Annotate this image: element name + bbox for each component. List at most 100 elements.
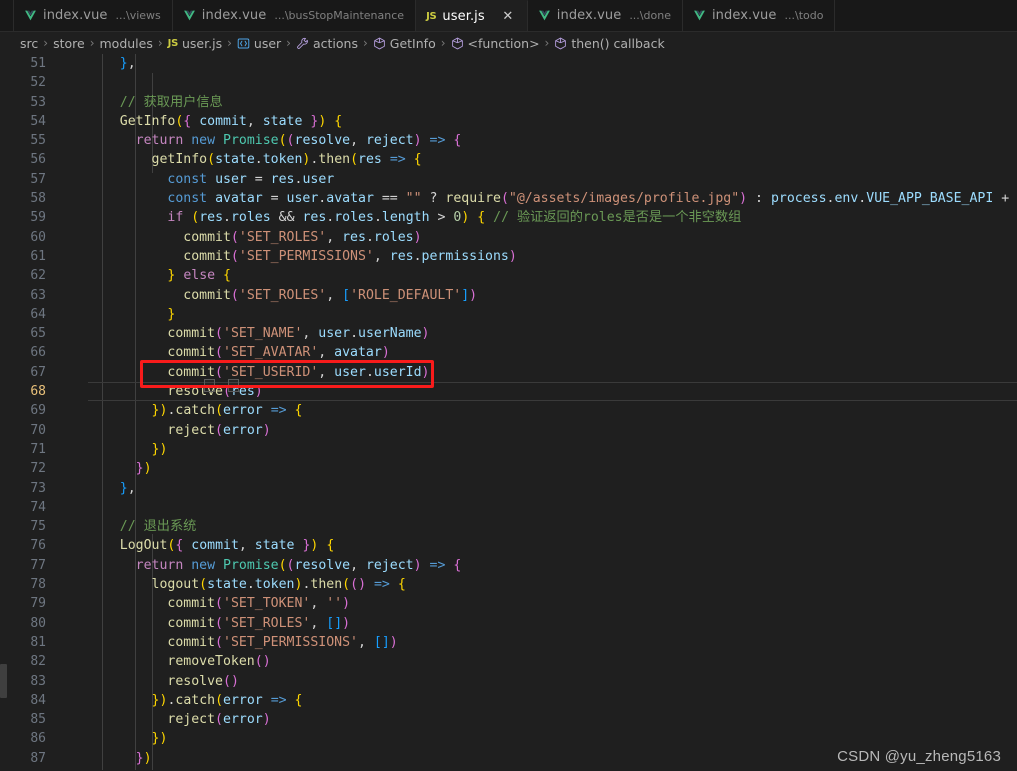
code-line-content[interactable]: } else { bbox=[88, 266, 1017, 285]
code-token: && bbox=[270, 210, 303, 226]
code-line-content[interactable]: commit('SET_ROLES', res.roles) bbox=[88, 228, 1017, 247]
code-line[interactable]: 72 }) bbox=[0, 459, 1017, 478]
code-line[interactable]: 52 bbox=[0, 73, 1017, 92]
line-number: 59 bbox=[30, 210, 46, 226]
code-line[interactable]: 58 const avatar = user.avatar == "" ? re… bbox=[0, 189, 1017, 208]
editor-scroll-area[interactable]: 51 }, 52 53 // 获取用户信息 54 GetInfo({ commit, … bbox=[0, 54, 1017, 771]
editor-tab-user-js-2[interactable]: JS user.js ✕ bbox=[416, 0, 528, 31]
code-line[interactable]: 64 } bbox=[0, 305, 1017, 324]
code-line-content[interactable]: commit('SET_AVATAR', avatar) bbox=[88, 343, 1017, 362]
code-lines[interactable]: 51 }, 52 53 // 获取用户信息 54 GetInfo({ commit, … bbox=[0, 54, 1017, 771]
breadcrumb-item-modules[interactable]: modules bbox=[100, 36, 153, 51]
tab-close-icon[interactable]: ✕ bbox=[500, 8, 516, 24]
code-line[interactable]: 69 }).catch(error => { bbox=[0, 401, 1017, 420]
code-line-content[interactable]: GetInfo({ commit, state }) { bbox=[88, 112, 1017, 131]
code-line[interactable]: 60 commit('SET_ROLES', res.roles) bbox=[0, 228, 1017, 247]
code-line-content[interactable]: // 获取用户信息 bbox=[88, 93, 1017, 112]
code-line[interactable]: 75 // 退出系统 bbox=[0, 517, 1017, 536]
code-line-content[interactable]: commit('SET_NAME', user.userName) bbox=[88, 324, 1017, 343]
code-line[interactable]: 56 getInfo(state.token).then(res => { bbox=[0, 150, 1017, 169]
breadcrumb-item-src[interactable]: src bbox=[20, 36, 38, 51]
code-editor[interactable]: 51 }, 52 53 // 获取用户信息 54 GetInfo({ commit, … bbox=[0, 54, 1017, 771]
code-line-content[interactable]: getInfo(state.token).then(res => { bbox=[88, 150, 1017, 169]
code-line-content[interactable]: return new Promise((resolve, reject) => … bbox=[88, 131, 1017, 150]
code-token: ( bbox=[215, 596, 223, 612]
code-token: ) bbox=[421, 364, 430, 380]
code-line-content[interactable]: commit('SET_USERID', user.userId) bbox=[88, 363, 1017, 382]
breadcrumb-item-store[interactable]: store bbox=[53, 36, 85, 51]
code-line-content[interactable]: return new Promise((resolve, reject) => … bbox=[88, 556, 1017, 575]
code-line-content[interactable]: } bbox=[88, 305, 1017, 324]
code-line[interactable]: 71 }) bbox=[0, 440, 1017, 459]
breadcrumb-item-actions[interactable]: actions bbox=[296, 36, 358, 51]
code-line-content[interactable]: removeToken() bbox=[88, 652, 1017, 671]
code-line-content[interactable]: commit('SET_PERMISSIONS', res.permission… bbox=[88, 247, 1017, 266]
breadcrumb-item-then-callback[interactable]: then() callback bbox=[554, 36, 665, 51]
code-line[interactable]: 63 commit('SET_ROLES', ['ROLE_DEFAULT']) bbox=[0, 286, 1017, 305]
code-line[interactable]: 57 const user = res.user bbox=[0, 170, 1017, 189]
code-line[interactable]: 78 logout(state.token).then(() => { bbox=[0, 575, 1017, 594]
code-line[interactable]: 61 commit('SET_PERMISSIONS', res.permiss… bbox=[0, 247, 1017, 266]
code-line[interactable]: 79 commit('SET_TOKEN', '') bbox=[0, 594, 1017, 613]
code-line-content[interactable]: }) bbox=[88, 440, 1017, 459]
code-line[interactable]: 62 } else { bbox=[0, 266, 1017, 285]
vertical-scrollbar-thumb[interactable] bbox=[0, 664, 7, 698]
code-line[interactable]: 74 bbox=[0, 498, 1017, 517]
code-line[interactable]: 54 GetInfo({ commit, state }) { bbox=[0, 112, 1017, 131]
code-line-content[interactable]: commit('SET_ROLES', []) bbox=[88, 614, 1017, 633]
code-line-content[interactable]: logout(state.token).then(() => { bbox=[88, 575, 1017, 594]
code-token: res bbox=[199, 210, 224, 226]
code-token: error bbox=[223, 692, 263, 708]
code-line[interactable]: 81 commit('SET_PERMISSIONS', []) bbox=[0, 633, 1017, 652]
code-line-content[interactable]: if (res.roles && res.roles.length > 0) {… bbox=[88, 208, 1017, 227]
code-line-content[interactable]: // 退出系统 bbox=[88, 517, 1017, 536]
code-line[interactable]: 66 commit('SET_AVATAR', avatar) bbox=[0, 343, 1017, 362]
code-line[interactable]: 73 }, bbox=[0, 479, 1017, 498]
code-line-content[interactable]: }) bbox=[88, 729, 1017, 748]
code-line-content[interactable]: LogOut({ commit, state }) { bbox=[88, 536, 1017, 555]
code-line[interactable]: 65 commit('SET_NAME', user.userName) bbox=[0, 324, 1017, 343]
editor-tab-index-vue-1[interactable]: index.vue ...\busStopMaintenance bbox=[172, 0, 417, 31]
code-line[interactable]: 59 if (res.roles && res.roles.length > 0… bbox=[0, 208, 1017, 227]
code-line[interactable]: 83 resolve() bbox=[0, 672, 1017, 691]
code-line[interactable]: 76 LogOut({ commit, state }) { bbox=[0, 536, 1017, 555]
code-line[interactable]: 70 reject(error) bbox=[0, 421, 1017, 440]
code-line-content[interactable]: reject(error) bbox=[88, 421, 1017, 440]
code-line[interactable]: 86 }) bbox=[0, 729, 1017, 748]
code-line[interactable]: 68 resolve(res) bbox=[0, 382, 1017, 401]
breadcrumb-label: user.js bbox=[182, 35, 223, 51]
code-line[interactable]: 82 removeToken() bbox=[0, 652, 1017, 671]
code-line-content[interactable]: commit('SET_PERMISSIONS', []) bbox=[88, 633, 1017, 652]
code-line-content[interactable]: }).catch(error => { bbox=[88, 691, 1017, 710]
code-line-content[interactable]: resolve(res) bbox=[88, 382, 1017, 401]
code-line-content[interactable]: resolve() bbox=[88, 672, 1017, 691]
tab-description: ...\todo bbox=[784, 9, 824, 22]
code-line[interactable]: 80 commit('SET_ROLES', []) bbox=[0, 614, 1017, 633]
code-line[interactable]: 77 return new Promise((resolve, reject) … bbox=[0, 556, 1017, 575]
editor-tab-index-vue-0[interactable]: index.vue ...\views bbox=[14, 0, 173, 31]
code-line[interactable]: 85 reject(error) bbox=[0, 710, 1017, 729]
code-line-content[interactable]: }, bbox=[88, 54, 1017, 73]
editor-tab-index-vue-3[interactable]: index.vue ...\done bbox=[527, 0, 683, 31]
code-token: , bbox=[127, 56, 136, 71]
breadcrumb-item-user[interactable]: user bbox=[237, 36, 281, 51]
breadcrumb-item-user-js[interactable]: JS user.js bbox=[168, 36, 222, 51]
editor-tab-index-vue-4[interactable]: index.vue ...\todo bbox=[682, 0, 836, 31]
code-line[interactable]: 84 }).catch(error => { bbox=[0, 691, 1017, 710]
code-line[interactable]: 55 return new Promise((resolve, reject) … bbox=[0, 131, 1017, 150]
code-line[interactable]: 53 // 获取用户信息 bbox=[0, 93, 1017, 112]
code-line-content[interactable]: const avatar = user.avatar == "" ? requi… bbox=[88, 189, 1017, 208]
code-line[interactable]: 51 }, bbox=[0, 54, 1017, 73]
breadcrumb-item-getinfo[interactable]: GetInfo bbox=[373, 36, 436, 51]
code-line[interactable]: 67 commit('SET_USERID', user.userId) bbox=[0, 363, 1017, 382]
code-line-content[interactable]: }) bbox=[88, 459, 1017, 478]
code-line-content[interactable]: const user = res.user bbox=[88, 170, 1017, 189]
code-line-content[interactable]: commit('SET_TOKEN', '') bbox=[88, 594, 1017, 613]
code-line-content[interactable]: }).catch(error => { bbox=[88, 401, 1017, 420]
code-line-content[interactable]: commit('SET_ROLES', ['ROLE_DEFAULT']) bbox=[88, 286, 1017, 305]
code-line-content[interactable]: reject(error) bbox=[88, 710, 1017, 729]
breadcrumb-item--function-[interactable]: <function> bbox=[451, 36, 540, 51]
code-line-content[interactable]: }, bbox=[88, 479, 1017, 498]
